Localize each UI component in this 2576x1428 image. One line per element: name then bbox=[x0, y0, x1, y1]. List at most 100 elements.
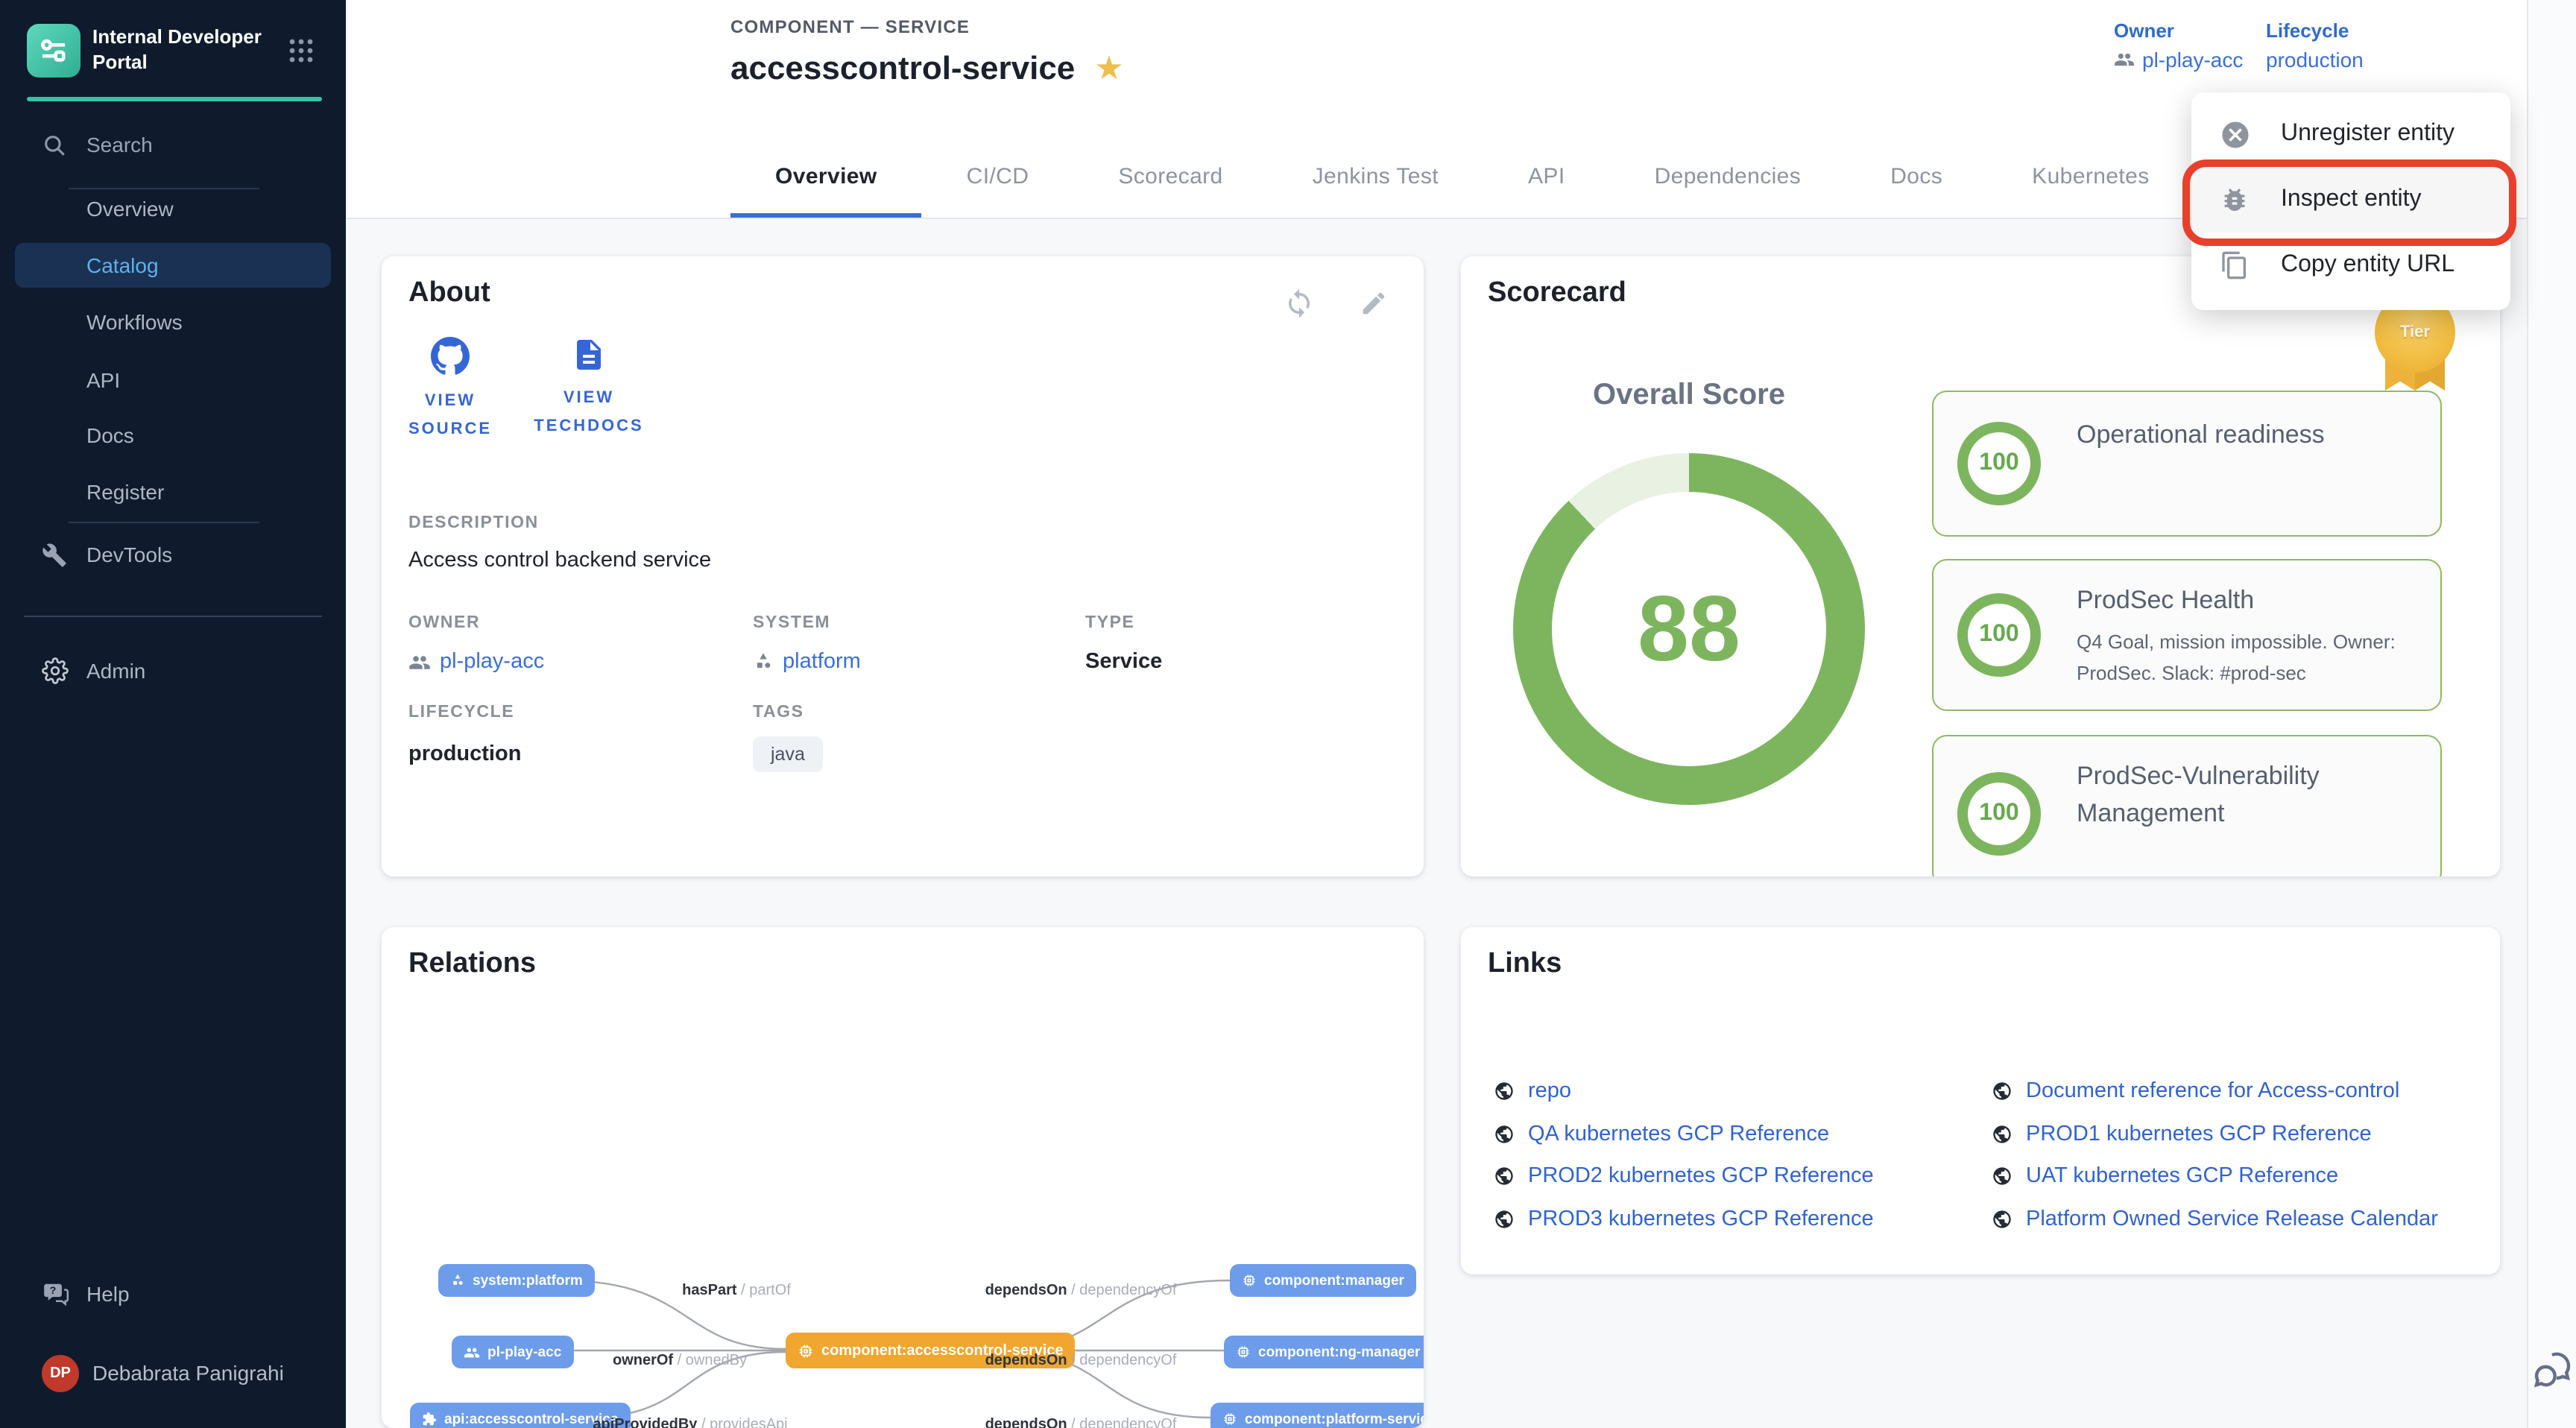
tab-kubernetes[interactable]: Kubernetes bbox=[1987, 134, 2194, 218]
system-field-label: SYSTEM bbox=[753, 614, 830, 632]
portal-title: Internal Developer Portal bbox=[92, 24, 280, 75]
edge-label-haspart: hasPart / partOf bbox=[682, 1283, 791, 1299]
sidebar-item-devtools[interactable]: DevTools bbox=[0, 532, 346, 577]
entity-context-menu: Unregister entity Inspect entity Copy en… bbox=[2191, 92, 2510, 310]
node-component-manager[interactable]: component:manager bbox=[1230, 1264, 1416, 1297]
favorite-star-icon[interactable]: ★ bbox=[1094, 52, 1123, 85]
node-system-platform[interactable]: system:platform bbox=[438, 1264, 595, 1297]
divider bbox=[69, 522, 259, 523]
globe-icon bbox=[1494, 1209, 1515, 1230]
edge-label-dependson-1: dependsOn / dependencyOf bbox=[985, 1283, 1177, 1299]
overall-score-value: 88 bbox=[1638, 576, 1740, 682]
system-icon bbox=[753, 651, 774, 672]
search-icon bbox=[42, 132, 67, 157]
tab-docs[interactable]: Docs bbox=[1846, 134, 1987, 218]
avatar[interactable]: DP bbox=[42, 1355, 79, 1392]
chat-bubbles-icon[interactable] bbox=[2533, 1349, 2576, 1407]
overall-score-label: Overall Score bbox=[1465, 379, 1913, 413]
system-field-link[interactable]: platform bbox=[753, 650, 861, 674]
app-window: Internal Developer Portal Search Overvie… bbox=[0, 0, 2576, 1428]
circuit-logo-icon bbox=[37, 34, 70, 67]
sidebar-item-catalog[interactable]: Catalog bbox=[15, 243, 331, 288]
sidebar-item-api[interactable]: API bbox=[0, 358, 346, 402]
link-document-reference[interactable]: Document reference for Access-control bbox=[1992, 1079, 2399, 1103]
score-ring: 100 bbox=[1957, 422, 2041, 505]
link-prod2-kubernetes[interactable]: PROD2 kubernetes GCP Reference bbox=[1494, 1164, 1874, 1188]
tab-jenkins-test[interactable]: Jenkins Test bbox=[1268, 134, 1483, 218]
sidebar-search[interactable]: Search bbox=[0, 122, 346, 167]
globe-icon bbox=[1992, 1209, 2012, 1230]
tab-dependencies[interactable]: Dependencies bbox=[1610, 134, 1846, 218]
user-name: Debabrata Panigrahi bbox=[92, 1361, 284, 1385]
score-ring: 100 bbox=[1957, 772, 2041, 856]
lifecycle-field-value: production bbox=[408, 742, 521, 766]
link-prod1-kubernetes[interactable]: PROD1 kubernetes GCP Reference bbox=[1992, 1122, 2372, 1146]
copy-icon bbox=[2215, 250, 2254, 280]
scorecard-card: Scorecard Overall Score 88 100 Operation… bbox=[1461, 256, 2500, 876]
link-uat-kubernetes[interactable]: UAT kubernetes GCP Reference bbox=[1992, 1164, 2338, 1188]
view-techdocs-button[interactable]: VIEW TECHDOCS bbox=[522, 337, 656, 441]
node-component-ng-manager[interactable]: component:ng-manager bbox=[1224, 1336, 1424, 1368]
sidebar: Internal Developer Portal Search Overvie… bbox=[0, 0, 346, 1428]
divider bbox=[24, 616, 322, 617]
bug-icon bbox=[2215, 185, 2254, 215]
tab-scorecard[interactable]: Scorecard bbox=[1073, 134, 1267, 218]
edge-label-apiprovidedby: apiProvidedBy / providesApi bbox=[593, 1417, 787, 1428]
owner-field-label: OWNER bbox=[408, 614, 480, 632]
score-card-operational-readiness[interactable]: 100 Operational readiness bbox=[1932, 391, 2442, 537]
sidebar-item-help[interactable]: ? Help bbox=[0, 1271, 346, 1316]
owner-link[interactable]: pl-play-acc bbox=[2114, 48, 2243, 72]
sidebar-item-workflows[interactable]: Workflows bbox=[0, 300, 346, 344]
node-pl-play-acc[interactable]: pl-play-acc bbox=[452, 1336, 573, 1368]
sidebar-item-register[interactable]: Register bbox=[0, 470, 346, 514]
lifecycle-field-label: LIFECYCLE bbox=[408, 704, 514, 721]
about-card: About VIEW SOURCE VIEW TECHDOCS DESCRIPT… bbox=[382, 256, 1424, 876]
portal-logo[interactable] bbox=[27, 24, 80, 78]
edge-label-dependson-3: dependsOn / dependencyOf bbox=[985, 1417, 1177, 1428]
sidebar-item-docs[interactable]: Docs bbox=[0, 413, 346, 458]
cancel-icon bbox=[2215, 119, 2254, 150]
links-card: Links repo QA kubernetes GCP Reference P… bbox=[1461, 927, 2500, 1274]
menu-item-unregister-entity[interactable]: Unregister entity bbox=[2191, 101, 2510, 167]
edge-label-dependson-2: dependsOn / dependencyOf bbox=[985, 1353, 1177, 1369]
apps-grid-icon[interactable] bbox=[286, 36, 316, 73]
relations-card: Relations system:platform pl-play-acc ap… bbox=[382, 927, 1424, 1428]
overall-donut: 88 bbox=[1513, 453, 1865, 805]
page-title: accesscontrol-service bbox=[730, 49, 1075, 88]
tab-cicd[interactable]: CI/CD bbox=[922, 134, 1074, 218]
edit-icon[interactable] bbox=[1354, 283, 1392, 322]
tab-api[interactable]: API bbox=[1483, 134, 1610, 218]
gear-icon bbox=[42, 657, 69, 684]
link-repo[interactable]: repo bbox=[1494, 1079, 1571, 1103]
score-ring: 100 bbox=[1957, 593, 2041, 677]
view-source-button[interactable]: VIEW SOURCE bbox=[383, 337, 517, 444]
globe-icon bbox=[1992, 1124, 2012, 1145]
owner-field-link[interactable]: pl-play-acc bbox=[408, 650, 544, 674]
about-title: About bbox=[408, 277, 490, 310]
score-card-prodsec-health[interactable]: 100 ProdSec Health Q4 Goal, mission impo… bbox=[1932, 559, 2442, 711]
refresh-icon[interactable] bbox=[1279, 283, 1318, 322]
right-rail bbox=[2527, 0, 2576, 1428]
link-qa-kubernetes[interactable]: QA kubernetes GCP Reference bbox=[1494, 1122, 1829, 1146]
link-release-calendar[interactable]: Platform Owned Service Release Calendar bbox=[1992, 1207, 2438, 1231]
tag-chip: java bbox=[753, 736, 823, 772]
type-field-label: TYPE bbox=[1085, 614, 1135, 632]
people-icon bbox=[2114, 49, 2135, 70]
sidebar-item-admin[interactable]: Admin bbox=[0, 648, 346, 693]
links-title: Links bbox=[1488, 948, 1562, 981]
menu-item-copy-entity-url[interactable]: Copy entity URL bbox=[2191, 233, 2510, 298]
tier-ribbon-label: Tier bbox=[2400, 323, 2430, 341]
score-card-prodsec-vulnerability[interactable]: 100 ProdSec-Vulnerability Management bbox=[1932, 735, 2442, 876]
lifecycle-block: Lifecycle production bbox=[2266, 19, 2364, 72]
node-component-platform-service[interactable]: component:platform-service bbox=[1210, 1403, 1424, 1428]
people-icon bbox=[408, 651, 431, 673]
svg-text:?: ? bbox=[50, 1284, 57, 1296]
link-prod3-kubernetes[interactable]: PROD3 kubernetes GCP Reference bbox=[1494, 1207, 1874, 1231]
wrench-icon bbox=[42, 542, 67, 567]
sidebar-item-overview[interactable]: Overview bbox=[0, 186, 346, 231]
type-field-value: Service bbox=[1085, 650, 1162, 674]
globe-icon bbox=[1992, 1081, 2012, 1102]
tab-overview[interactable]: Overview bbox=[730, 134, 922, 218]
menu-item-inspect-entity[interactable]: Inspect entity bbox=[2191, 167, 2510, 233]
globe-icon bbox=[1494, 1081, 1515, 1102]
